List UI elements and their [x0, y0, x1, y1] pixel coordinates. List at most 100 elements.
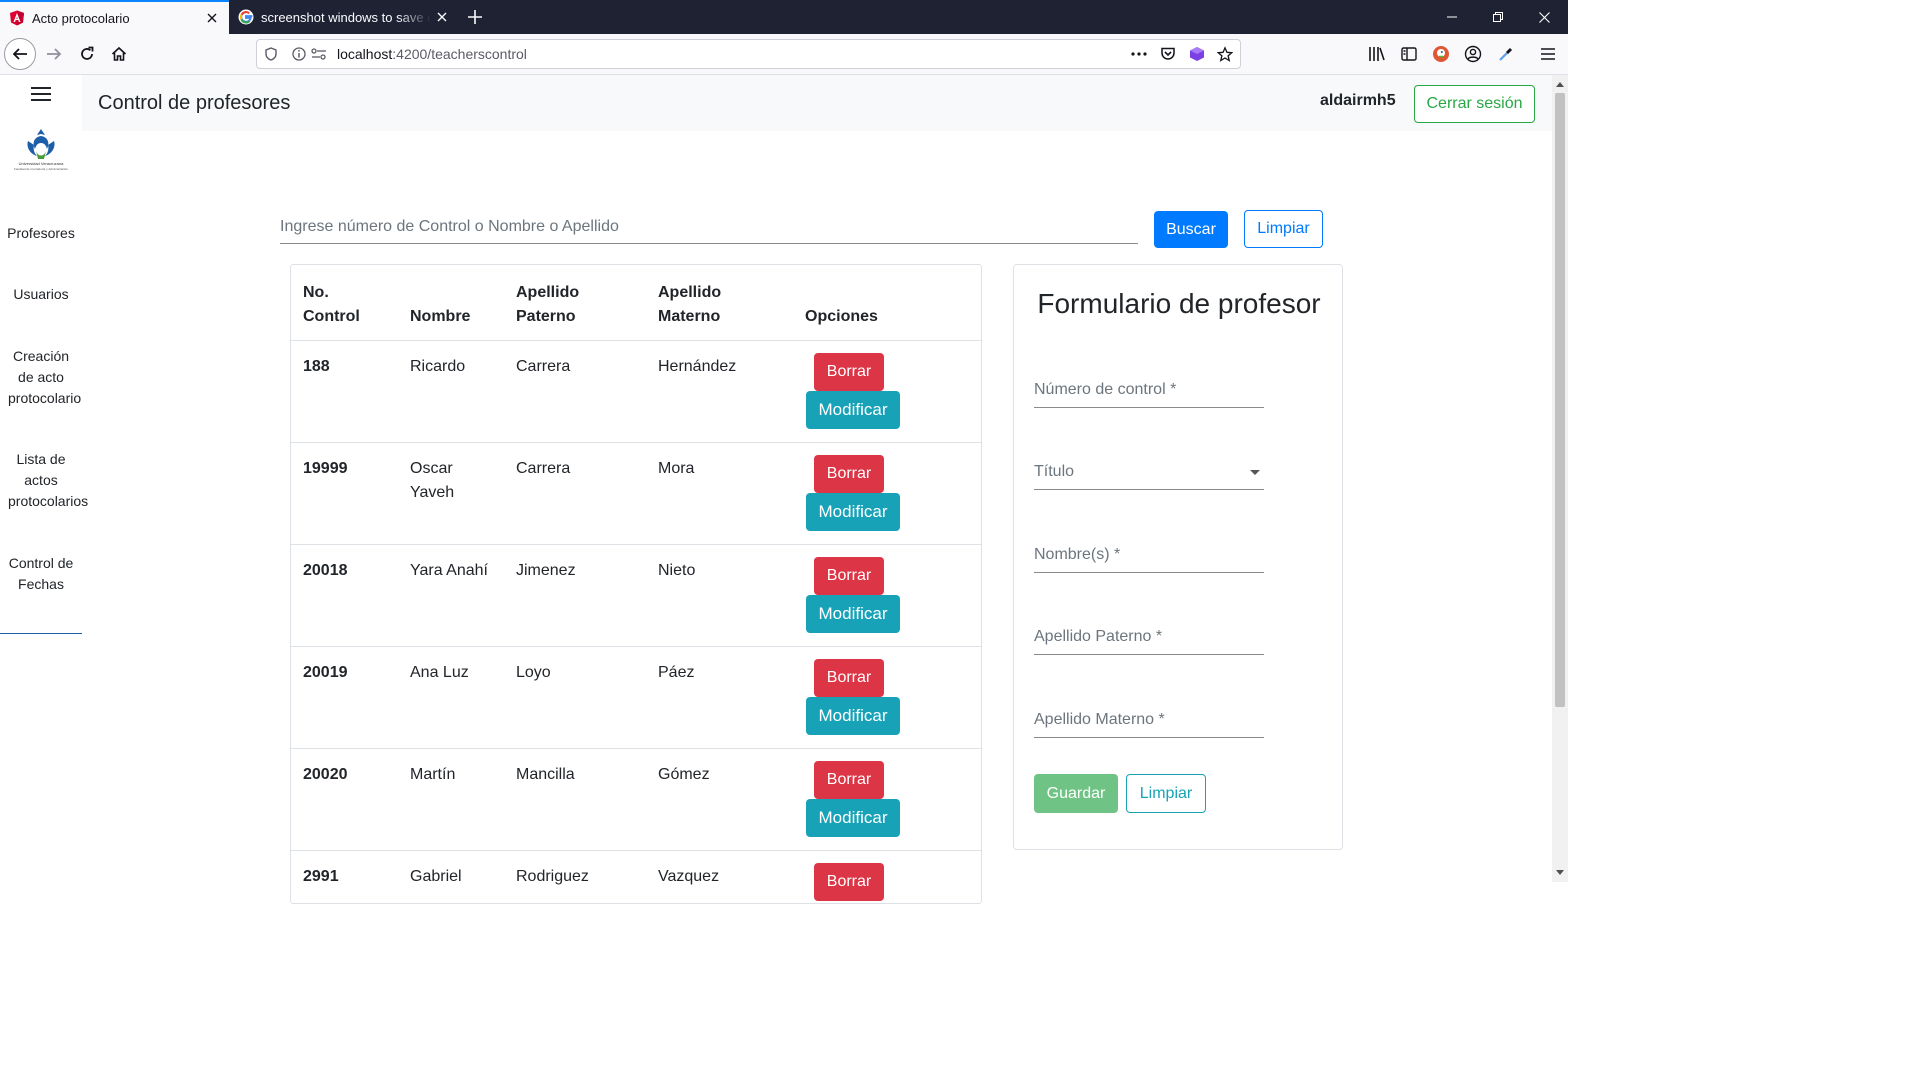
- pocket-icon[interactable]: [1160, 46, 1176, 62]
- sidebar: Universidad Veracruzana Facultad de Cont…: [0, 75, 88, 882]
- close-window-icon[interactable]: [1521, 0, 1567, 34]
- eyedropper-icon[interactable]: [1496, 44, 1516, 64]
- teachers-table: No. Control Nombre Apellido Paterno Apel…: [290, 264, 982, 904]
- tab-screenshot-search[interactable]: screenshot windows to save on: [229, 0, 459, 34]
- sidebar-item-usuarios[interactable]: Usuarios: [0, 284, 82, 305]
- delete-button[interactable]: Borrar: [814, 455, 884, 493]
- scroll-down-icon[interactable]: [1555, 867, 1565, 877]
- app-header: Control de profesores aldairmh5 Cerrar s…: [82, 75, 1552, 131]
- new-tab-plus-icon[interactable]: [463, 5, 487, 29]
- first-name-field[interactable]: Nombre(s) *: [1034, 540, 1264, 573]
- delete-button[interactable]: Borrar: [814, 659, 884, 697]
- title-select[interactable]: Título: [1034, 457, 1264, 490]
- address-bar[interactable]: localhost:4200/teacherscontrol: [256, 39, 1241, 69]
- delete-button[interactable]: Borrar: [814, 353, 884, 391]
- search-input[interactable]: [280, 211, 1138, 244]
- logo-text-line-1: Universidad Veracruzana: [19, 161, 64, 166]
- home-icon[interactable]: [103, 38, 135, 70]
- cell-control: 2991: [303, 868, 339, 885]
- field-label: Apellido Materno *: [1034, 711, 1165, 728]
- reload-icon[interactable]: [71, 38, 103, 70]
- scrollbar-thumb[interactable]: [1555, 93, 1565, 707]
- table-row: 19999 Oscar Yaveh Carrera Mora Borrar Mo…: [291, 443, 981, 545]
- table-row: 2991 Gabriel Rodriguez Vazquez Borrar: [291, 851, 981, 903]
- column-header-paterno: Apellido Paterno: [516, 284, 580, 325]
- browser-tab-strip: Acto protocolario screenshot windows to …: [0, 0, 1568, 34]
- account-icon[interactable]: [1463, 44, 1483, 64]
- duckduckgo-icon[interactable]: [1431, 44, 1451, 64]
- cell-control: 188: [303, 358, 330, 375]
- shield-icon[interactable]: [263, 46, 279, 62]
- cell-nombre: Gabriel: [410, 868, 462, 885]
- forward-arrow-icon[interactable]: [38, 38, 70, 70]
- clear-search-button[interactable]: Limpiar: [1244, 210, 1323, 248]
- page-actions-menu-icon[interactable]: [1131, 46, 1147, 62]
- logout-button[interactable]: Cerrar sesión: [1414, 85, 1535, 123]
- browser-toolbar: localhost:4200/teacherscontrol: [0, 34, 1568, 75]
- cell-paterno: Jimenez: [516, 562, 576, 579]
- cell-materno: Páez: [658, 664, 695, 681]
- edit-button[interactable]: Modificar: [806, 799, 900, 837]
- save-button[interactable]: Guardar: [1034, 774, 1118, 813]
- library-icon[interactable]: [1367, 44, 1387, 64]
- cell-paterno: Carrera: [516, 358, 571, 375]
- sidebar-item-profesores[interactable]: Profesores: [0, 223, 82, 244]
- table-row: 20019 Ana Luz Loyo Páez Borrar Modificar: [291, 647, 981, 749]
- sidebar-toggle-icon[interactable]: [1399, 44, 1419, 64]
- cell-materno: Vazquez: [658, 868, 720, 885]
- edit-button[interactable]: Modificar: [806, 391, 900, 429]
- permissions-icon[interactable]: [311, 46, 327, 62]
- maternal-surname-field[interactable]: Apellido Materno *: [1034, 705, 1264, 738]
- username: aldairmh5: [1320, 92, 1396, 109]
- cell-paterno: Rodriguez: [516, 868, 589, 885]
- logo-text-line-2: Facultad de Contaduría y Administración: [14, 167, 68, 171]
- cell-nombre: Yara Anahí: [410, 562, 488, 579]
- field-label: Nombre(s) *: [1034, 546, 1121, 563]
- sidebar-item-control-fechas[interactable]: Control de Fechas: [8, 553, 74, 595]
- cell-materno: Gómez: [658, 766, 710, 783]
- extension-cube-icon[interactable]: [1189, 46, 1205, 62]
- cell-nombre: Ana Luz: [410, 664, 469, 681]
- sidebar-item-lista-actos[interactable]: Lista de actos protocolarios: [8, 449, 88, 512]
- search-button[interactable]: Buscar: [1154, 211, 1228, 248]
- sidebar-item-creacion-acto[interactable]: Creación de acto protocolario: [8, 346, 81, 409]
- restore-icon[interactable]: [1475, 0, 1521, 34]
- table-row: 188 Ricardo Carrera Hernández Borrar Mod…: [291, 341, 981, 443]
- back-arrow-icon[interactable]: [4, 38, 36, 70]
- hamburger-menu-icon[interactable]: [31, 87, 51, 103]
- column-header-materno: Apellido Materno: [658, 284, 722, 325]
- bookmark-star-icon[interactable]: [1217, 45, 1233, 62]
- minimize-icon[interactable]: [1429, 0, 1475, 34]
- table-row: 20020 Martín Mancilla Gómez Borrar Modif…: [291, 749, 981, 851]
- cell-nombre: Oscar Yaveh: [410, 460, 455, 501]
- clear-form-button[interactable]: Limpiar: [1126, 774, 1206, 813]
- info-icon[interactable]: [291, 46, 307, 62]
- chevron-down-icon: [1250, 470, 1260, 475]
- column-header-control: No. Control: [303, 284, 360, 325]
- page-title: Control de profesores: [98, 92, 291, 114]
- field-label: Título: [1034, 463, 1075, 480]
- edit-button[interactable]: Modificar: [806, 595, 900, 633]
- paternal-surname-field[interactable]: Apellido Paterno *: [1034, 622, 1264, 655]
- edit-button[interactable]: Modificar: [806, 493, 900, 531]
- delete-button[interactable]: Borrar: [814, 863, 884, 901]
- scroll-up-icon[interactable]: [1555, 79, 1565, 89]
- delete-button[interactable]: Borrar: [814, 761, 884, 799]
- close-tab-icon[interactable]: [431, 6, 453, 28]
- cell-control: 19999: [303, 460, 348, 477]
- close-tab-icon[interactable]: [201, 7, 223, 29]
- cell-paterno: Loyo: [516, 664, 551, 681]
- tab-acto-protocolario[interactable]: Acto protocolario: [0, 0, 229, 34]
- edit-button[interactable]: Modificar: [806, 697, 900, 735]
- cell-paterno: Carrera: [516, 460, 571, 477]
- cell-control: 20019: [303, 664, 348, 681]
- university-logo: Universidad Veracruzana Facultad de Cont…: [14, 129, 68, 171]
- delete-button[interactable]: Borrar: [814, 557, 884, 595]
- cell-paterno: Mancilla: [516, 766, 575, 783]
- field-label: Número de control *: [1034, 381, 1177, 398]
- page-scrollbar[interactable]: [1552, 75, 1568, 882]
- control-number-field[interactable]: Número de control *: [1034, 375, 1264, 408]
- url-text[interactable]: localhost:4200/teacherscontrol: [337, 46, 527, 62]
- menu-icon[interactable]: [1538, 44, 1558, 64]
- cell-materno: Hernández: [658, 358, 737, 375]
